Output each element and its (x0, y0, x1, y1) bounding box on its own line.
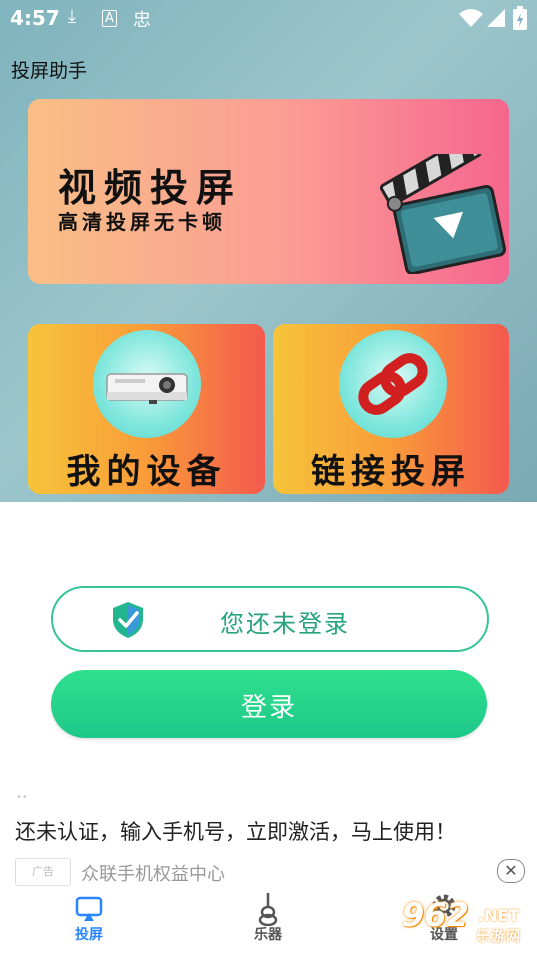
home-header-area: 4:57 ⤓ A 忠 投屏助手 视频投屏 高清投屏无卡顿 我的设备 链接投屏 (0, 0, 537, 502)
status-time: 4:57 (10, 6, 60, 30)
link-cast-card[interactable]: 链接投屏 (273, 324, 509, 494)
login-status-text: 您还未登录 (220, 610, 350, 638)
signal-icon (487, 9, 505, 27)
watermark-name: 乐游网 (476, 929, 521, 945)
projector-icon-circle (93, 330, 201, 438)
ad-source[interactable]: 众联手机权益中心 (81, 860, 225, 886)
ad-text[interactable]: 还未认证，输入手机号，立即激活，马上使用！ (15, 816, 456, 846)
nav-item-cast[interactable]: 投屏 (49, 890, 129, 950)
login-status-box[interactable]: 您还未登录 (51, 586, 489, 652)
my-devices-card[interactable]: 我的设备 (28, 324, 265, 494)
video-cast-title: 视频投屏 (58, 166, 243, 210)
app-title: 投屏助手 (11, 60, 88, 82)
ad-marker: •• (16, 792, 28, 803)
link-icon-circle (339, 330, 447, 438)
clapperboard-icon (379, 154, 507, 274)
projector-icon (106, 373, 188, 404)
status-bar: 4:57 ⤓ A 忠 (0, 0, 537, 38)
wifi-icon (459, 9, 483, 27)
watermark-domain: .NET (478, 906, 520, 925)
close-icon: ✕ (504, 861, 518, 880)
ad-tag: 广告 (15, 858, 71, 886)
watermark-brand: 962 (402, 896, 469, 934)
nav-item-cast-label: 投屏 (75, 927, 103, 943)
battery-icon (513, 6, 527, 30)
my-devices-label: 我的设备 (66, 452, 227, 492)
link-cast-label: 链接投屏 (311, 452, 471, 492)
nav-item-instruments[interactable]: 乐器 (228, 890, 308, 950)
video-cast-subtitle: 高清投屏无卡顿 (58, 210, 226, 234)
download-icon: ⤓ (68, 6, 76, 27)
site-watermark: 962 .NET 乐游网 (398, 892, 534, 954)
nav-item-instruments-label: 乐器 (254, 927, 282, 943)
ad-tag-label: 广告 (32, 865, 54, 878)
video-cast-card[interactable]: 视频投屏 高清投屏无卡顿 (28, 99, 509, 284)
app-notification-icon: 忠 (133, 10, 151, 31)
cast-icon (75, 896, 103, 921)
login-button[interactable]: 登录 (51, 670, 487, 738)
notification-a-icon: A (102, 10, 117, 27)
ad-close-button[interactable]: ✕ (497, 859, 525, 883)
chain-link-icon (358, 353, 428, 415)
guitar-icon (258, 893, 278, 926)
login-button-label: 登录 (240, 693, 297, 723)
